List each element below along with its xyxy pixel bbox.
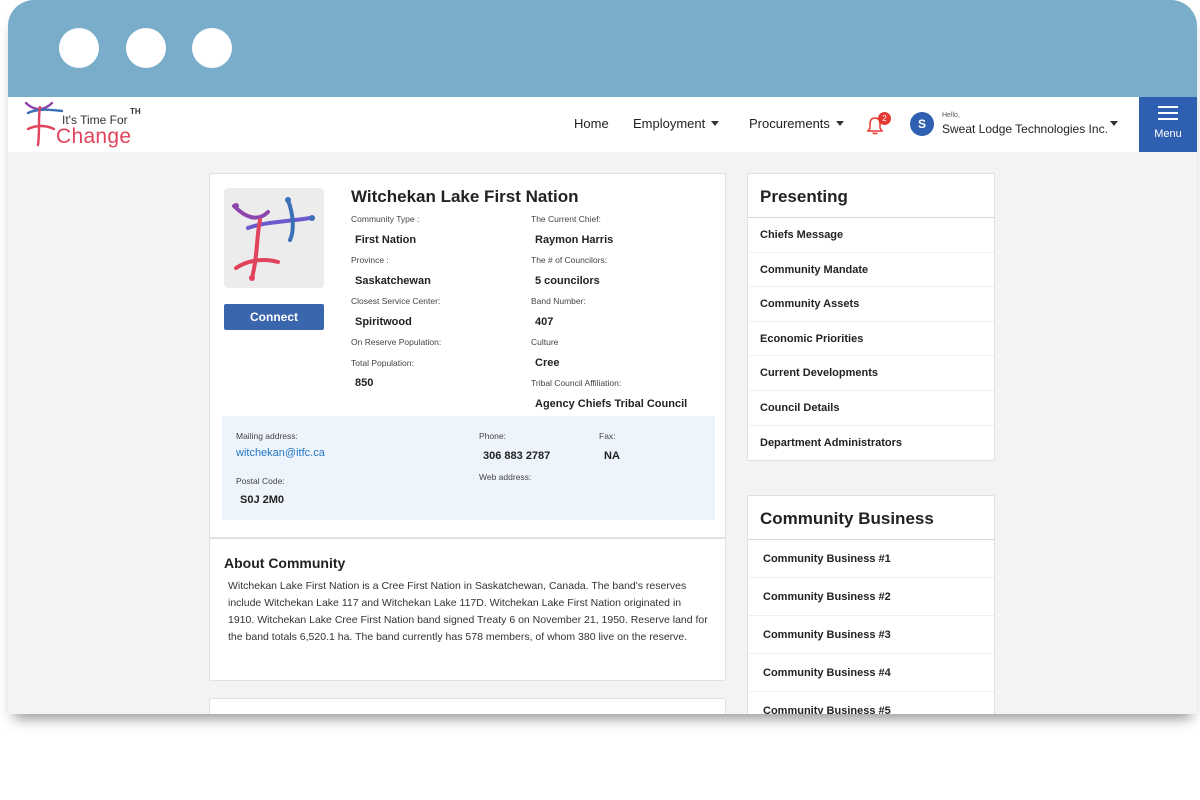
web-address-label: Web address: [479, 472, 532, 482]
culture-label: Culture [531, 337, 559, 347]
mailing-address-link[interactable]: witchekan@itfc.ca [236, 447, 325, 459]
page-content: Connect Witchekan Lake First Nation Comm… [8, 152, 1197, 714]
nav-employment[interactable]: Employment [633, 116, 720, 131]
community-logo-icon [232, 197, 315, 281]
community-name: Witchekan Lake First Nation [351, 187, 579, 206]
window-titlebar [8, 0, 1197, 97]
presenting-title: Presenting [748, 174, 994, 218]
presenting-item-chiefs-message[interactable]: Chiefs Message [748, 218, 994, 253]
community-business-title: Community Business [748, 496, 994, 540]
presenting-panel: Presenting Chiefs Message Community Mand… [747, 173, 995, 461]
hamburger-icon [1158, 106, 1178, 120]
about-community-title: About Community [224, 555, 346, 571]
province-value: Saskatchewan [355, 275, 431, 287]
community-business-item[interactable]: Community Business #3 [748, 616, 994, 654]
culture-value: Cree [535, 357, 560, 369]
chevron-down-icon [711, 121, 720, 127]
community-business-item[interactable]: Community Business #5 [748, 692, 994, 714]
presenting-item-community-assets[interactable]: Community Assets [748, 287, 994, 322]
fax-label: Fax: [599, 431, 616, 441]
browser-window: It's Time For TH Change Home Employment … [8, 0, 1197, 714]
window-control-dot[interactable] [126, 28, 166, 68]
postal-code-value: S0J 2M0 [240, 494, 285, 506]
user-menu-chevron-down-icon[interactable] [1110, 121, 1118, 126]
nav-procurements[interactable]: Procurements [749, 116, 844, 131]
about-community-card: About Community Witchekan Lake First Nat… [209, 538, 726, 681]
total-population-label: Total Population: [351, 358, 414, 368]
community-business-item[interactable]: Community Business #4 [748, 654, 994, 692]
current-chief-value: Raymon Harris [535, 234, 614, 246]
notifications-button[interactable]: 2 [866, 112, 892, 137]
window-control-dot[interactable] [192, 28, 232, 68]
postal-code-label: Postal Code: [236, 476, 285, 486]
nav-home[interactable]: Home [574, 116, 609, 131]
brand-trademark: TH [130, 107, 141, 116]
mailing-address-label: Mailing address: [236, 431, 298, 441]
service-center-value: Spiritwood [355, 316, 412, 328]
presenting-item-department-administrators[interactable]: Department Administrators [748, 426, 994, 461]
presenting-item-current-developments[interactable]: Current Developments [748, 356, 994, 391]
top-navbar: It's Time For TH Change Home Employment … [8, 97, 1197, 152]
brand-name: Change [56, 125, 132, 148]
chevron-down-icon [835, 121, 844, 127]
community-business-item[interactable]: Community Business #1 [748, 540, 994, 578]
contact-info-panel: Mailing address: witchekan@itfc.ca Posta… [222, 416, 715, 520]
current-chief-label: The Current Chief: [531, 214, 601, 224]
nav-procurements-label: Procurements [749, 116, 830, 131]
fax-value: NA [604, 450, 620, 462]
phone-value: 306 883 2787 [483, 450, 551, 462]
total-population-value: 850 [355, 377, 374, 389]
on-reserve-population-label: On Reserve Population: [351, 337, 442, 347]
community-business-item[interactable]: Community Business #2 [748, 578, 994, 616]
councilors-value: 5 councilors [535, 275, 600, 287]
community-business-panel: Community Business Community Business #1… [747, 495, 995, 714]
menu-button[interactable]: Menu [1139, 97, 1197, 152]
councilors-label: The # of Councilors: [531, 255, 608, 265]
window-control-dot[interactable] [59, 28, 99, 68]
user-avatar[interactable]: S [910, 112, 934, 136]
tribal-council-value: Agency Chiefs Tribal Council [535, 398, 688, 410]
about-community-text: Witchekan Lake First Nation is a Cree Fi… [228, 580, 708, 643]
service-center-label: Closest Service Center: [351, 296, 441, 306]
user-name[interactable]: Sweat Lodge Technologies Inc. [942, 122, 1108, 136]
presenting-item-community-mandate[interactable]: Community Mandate [748, 253, 994, 288]
community-type-value: First Nation [355, 234, 417, 246]
band-number-value: 407 [535, 316, 554, 328]
nav-employment-label: Employment [633, 116, 706, 131]
band-number-label: Band Number: [531, 296, 586, 306]
presenting-item-economic-priorities[interactable]: Economic Priorities [748, 322, 994, 357]
tribal-council-label: Tribal Council Affiliation: [531, 378, 622, 388]
presenting-item-council-details[interactable]: Council Details [748, 391, 994, 426]
community-logo [224, 188, 324, 288]
community-type-label: Community Type : [351, 214, 420, 224]
menu-button-label: Menu [1154, 128, 1182, 140]
user-greeting: Hello, [942, 112, 960, 119]
connect-button[interactable]: Connect [224, 304, 324, 330]
next-section-card [209, 698, 726, 714]
notification-count-badge: 2 [878, 112, 891, 125]
brand-logo[interactable]: It's Time For TH Change [18, 99, 158, 149]
phone-label: Phone: [479, 431, 506, 441]
community-profile-card: Connect Witchekan Lake First Nation Comm… [209, 173, 726, 538]
province-label: Province : [351, 255, 389, 265]
